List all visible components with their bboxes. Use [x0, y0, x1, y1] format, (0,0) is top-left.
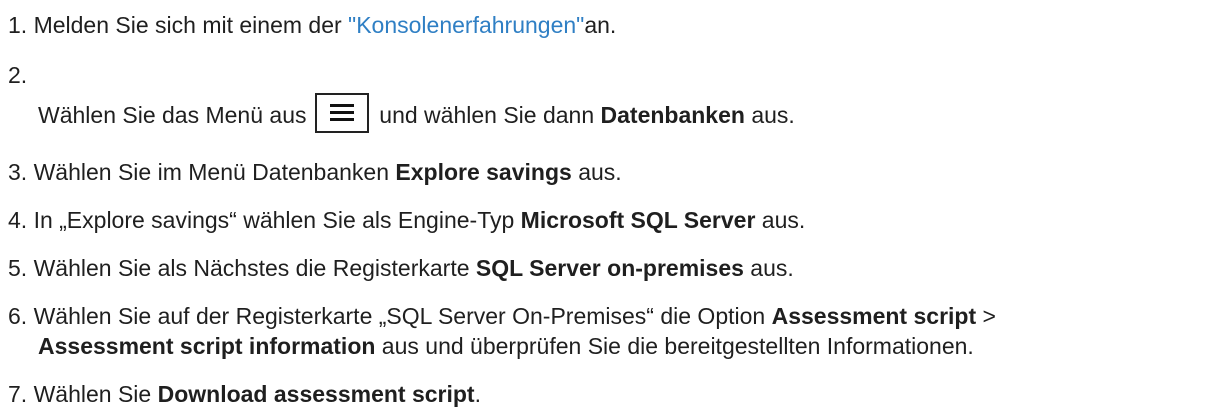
- step-text: Wählen Sie als Nächstes die Registerkart…: [33, 255, 476, 281]
- step-text: Wählen Sie das Menü aus: [38, 102, 313, 128]
- step-text: Wählen Sie: [33, 381, 158, 407]
- step-bold-text: Microsoft SQL Server: [520, 207, 756, 233]
- step-text: .: [474, 381, 481, 407]
- hamburger-menu-icon[interactable]: [314, 93, 369, 133]
- step-text: aus und überprüfen Sie die bereitgestell…: [375, 333, 974, 359]
- console-experiences-link[interactable]: "Konsolenerfahrungen": [348, 12, 584, 38]
- step-7: 7. Wählen Sie Download assessment script…: [8, 381, 481, 408]
- step-text: Wählen Sie im Menü Datenbanken: [33, 159, 396, 185]
- step-3: 3. Wählen Sie im Menü Datenbanken Explor…: [8, 159, 622, 186]
- step-2-number: 2.: [8, 62, 27, 89]
- step-bold-text: Assessment script information: [38, 333, 376, 359]
- step-bold-text: Assessment script: [771, 303, 977, 329]
- step-text: Wählen Sie auf der Registerkarte „SQL Se…: [33, 303, 772, 329]
- step-text: Melden Sie sich mit einem der: [33, 12, 349, 38]
- step-6-continued: Assessment script information aus und üb…: [38, 333, 974, 360]
- step-text: aus.: [571, 159, 622, 185]
- step-1: 1. Melden Sie sich mit einem der "Konsol…: [8, 12, 616, 39]
- step-number: 4.: [8, 207, 28, 233]
- step-text: aus.: [743, 255, 794, 281]
- step-4: 4. In „Explore savings“ wählen Sie als E…: [8, 207, 805, 234]
- step-number: 2.: [8, 62, 28, 88]
- step-bold-text: SQL Server on-premises: [475, 255, 744, 281]
- step-text: In „Explore savings“ wählen Sie als Engi…: [33, 207, 521, 233]
- step-number: 7.: [8, 381, 28, 407]
- step-text: aus.: [755, 207, 806, 233]
- step-5: 5. Wählen Sie als Nächstes die Registerk…: [8, 255, 794, 282]
- step-bold-text: Download assessment script: [157, 381, 475, 407]
- step-text: an.: [584, 12, 617, 38]
- step-text: >: [976, 303, 996, 329]
- step-number: 5.: [8, 255, 28, 281]
- step-bold-text: Explore savings: [395, 159, 572, 185]
- step-text: und wählen Sie dann: [372, 102, 601, 128]
- step-bold-text: Datenbanken: [600, 102, 745, 128]
- step-text: aus.: [744, 102, 795, 128]
- step-number: 6.: [8, 303, 28, 329]
- step-2: Wählen Sie das Menü aus und wählen Sie d…: [38, 93, 795, 133]
- step-number: 1.: [8, 12, 28, 38]
- step-number: 3.: [8, 159, 28, 185]
- step-6: 6. Wählen Sie auf der Registerkarte „SQL…: [8, 303, 996, 330]
